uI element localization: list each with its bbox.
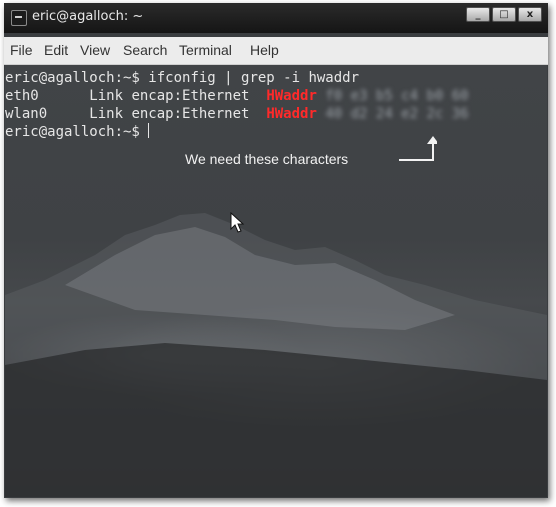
menu-edit[interactable]: Edit — [44, 42, 68, 58]
terminal-line: eric@agalloch:~$ ifconfig | grep -i hwad… — [5, 69, 359, 87]
hwaddr-label: HWaddr — [266, 106, 317, 122]
shell-prompt: eric@agalloch:~$ — [5, 124, 149, 140]
terminal-window: eric@agalloch: ~ _ □ x File Edit View Se… — [4, 3, 548, 498]
window-title: eric@agalloch: ~ — [32, 9, 144, 24]
terminal-icon — [11, 10, 27, 26]
shell-prompt: eric@agalloch:~$ — [5, 70, 149, 86]
arrow-up-icon — [399, 136, 437, 161]
mac-address-blurred: 40 d2 24 e2 2c 36 — [316, 106, 469, 122]
terminal-output[interactable]: eric@agalloch:~$ ifconfig | grep -i hwad… — [5, 65, 547, 497]
maximize-button[interactable]: □ — [492, 7, 516, 22]
interface-name: wlan0 — [5, 106, 90, 122]
menu-bar: File Edit View Search Terminal Help — [4, 37, 548, 65]
menu-terminal[interactable]: Terminal — [179, 42, 232, 58]
minimize-button[interactable]: _ — [466, 7, 490, 22]
menu-search[interactable]: Search — [123, 42, 167, 58]
mouse-pointer-icon — [230, 212, 245, 233]
text-cursor — [148, 123, 150, 138]
menu-help[interactable]: Help — [250, 42, 279, 58]
terminal-line: wlan0 Link encap:Ethernet HWaddr 40 d2 2… — [5, 105, 469, 123]
command-text: ifconfig | grep -i hwaddr — [148, 70, 360, 86]
terminal-line: eric@agalloch:~$ — [5, 123, 150, 141]
terminal-line: eth0 Link encap:Ethernet HWaddr f0 e3 b5… — [5, 87, 469, 105]
encap-text: Link encap:Ethernet — [89, 88, 267, 104]
title-bar[interactable]: eric@agalloch: ~ _ □ x — [4, 3, 548, 33]
menu-view[interactable]: View — [80, 42, 110, 58]
hwaddr-label: HWaddr — [266, 88, 317, 104]
close-button[interactable]: x — [518, 7, 542, 22]
interface-name: eth0 — [5, 88, 90, 104]
annotation-text: We need these characters — [185, 151, 349, 167]
menu-file[interactable]: File — [10, 42, 33, 58]
mac-address-blurred: f0 e3 b5 c4 b0 60 — [316, 88, 469, 104]
encap-text: Link encap:Ethernet — [89, 106, 267, 122]
